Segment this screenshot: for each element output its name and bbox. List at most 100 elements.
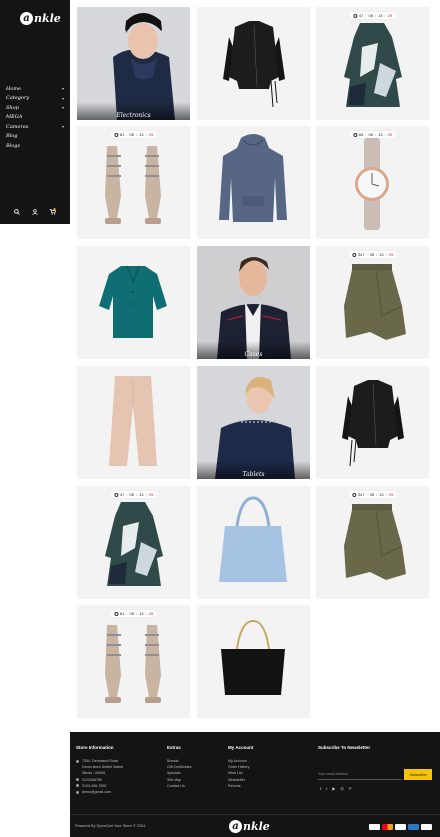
product-tile[interactable]: 47:05:13:29 [316, 7, 429, 120]
chevron-down-icon: ▾ [61, 95, 64, 101]
timer-separator: : [135, 611, 138, 616]
site-footer: Store Information 7354, Demoland Road De… [70, 732, 440, 837]
menu-item-home[interactable]: Home ▾ [6, 84, 64, 94]
menu-item-cameras[interactable]: Cameras ▾ [6, 122, 64, 132]
timer-hours: 05 [129, 492, 134, 497]
visa-icon [369, 824, 380, 830]
countdown-timer: 47:05:13:29 [348, 12, 397, 19]
category-tile[interactable]: Cases [197, 246, 310, 359]
timer-minutes: 13 [378, 13, 383, 18]
menu-item-blogs[interactable]: Blogs [6, 141, 64, 151]
category-tile[interactable]: Tablets [197, 366, 310, 479]
timer-separator: : [376, 252, 378, 257]
timer-separator: : [374, 132, 377, 137]
page: a nkle Home ▾ Category ▾ Shop ▾ MEGA Camera… [0, 0, 440, 837]
timer-separator: : [145, 492, 147, 497]
subscribe-button[interactable]: Subscribe [404, 769, 432, 780]
timer-hours: 05 [129, 132, 134, 137]
timer-separator: : [384, 132, 386, 137]
timer-minutes: 13 [378, 132, 383, 137]
product-tile[interactable]: 65:05:13:29 [316, 126, 429, 239]
user-icon[interactable] [31, 202, 38, 220]
footer-extras: Extras Brands Gift Certificates Specials… [167, 745, 192, 789]
timer-seconds: 29 [148, 611, 154, 616]
product-tile[interactable] [197, 605, 310, 718]
menu-label: Category [6, 95, 30, 102]
search-icon[interactable] [14, 202, 20, 220]
timer-separator: : [376, 492, 378, 497]
timer-days: 347 [357, 252, 365, 257]
product-tile[interactable]: 81:05:13:29 [77, 126, 190, 239]
category-tile[interactable]: Electronics [77, 7, 190, 120]
menu-item-mega[interactable]: MEGA [6, 113, 64, 123]
strappy-sandals-image [105, 625, 161, 703]
timer-minutes: 13 [139, 611, 144, 616]
countdown-timer: 347:05:13:29 [347, 251, 398, 258]
timer-minutes: 13 [379, 252, 384, 257]
pinterest-icon[interactable]: P [349, 786, 352, 791]
black-biker-jacket-image [223, 21, 285, 108]
timer-hours: 05 [369, 492, 375, 497]
timer-separator: : [374, 13, 377, 18]
sidebar: a nkle Home ▾ Category ▾ Shop ▾ MEGA Camera… [0, 0, 70, 224]
product-tile[interactable] [197, 7, 310, 120]
timer-days: 65 [358, 132, 364, 137]
footer-link[interactable]: Returns [228, 783, 253, 789]
chevron-down-icon: ▾ [61, 105, 64, 111]
product-tile[interactable]: 47:05:13:29 [77, 486, 190, 599]
clock-icon [351, 252, 356, 257]
chevron-down-icon: ▾ [61, 86, 64, 92]
timer-separator: : [384, 13, 386, 18]
footer-heading: Store Information [76, 745, 114, 750]
product-tile[interactable]: 347:05:13:29 [316, 246, 429, 359]
store-email[interactable]: demo@gmail.com [76, 789, 123, 795]
payment-icons [369, 824, 432, 830]
facebook-icon[interactable]: f [320, 786, 321, 791]
newsletter-email-input[interactable]: Your email address [318, 769, 402, 780]
timer-separator: : [126, 611, 128, 616]
footer-link[interactable]: Contact Us [167, 783, 192, 789]
product-tile[interactable] [316, 366, 429, 479]
menu-label: Cameras [6, 123, 29, 130]
menu-item-blog[interactable]: Blog [6, 132, 64, 142]
brand-logo[interactable]: a nkle [20, 11, 61, 25]
product-tile[interactable] [77, 366, 190, 479]
category-label: Electronics [77, 102, 190, 120]
instagram-icon[interactable]: ◎ [340, 786, 344, 791]
strappy-sandals-image [105, 146, 161, 224]
timer-days: 47 [119, 492, 125, 497]
olive-asymmetric-skirt-image [344, 504, 406, 580]
countdown-timer: 81:05:13:29 [109, 131, 158, 138]
footer-logo[interactable]: a nkle [229, 820, 270, 833]
product-tile[interactable] [77, 246, 190, 359]
menu-item-shop[interactable]: Shop ▾ [6, 103, 64, 113]
timer-days: 81 [119, 611, 125, 616]
product-tile[interactable]: 347:05:13:29 [316, 486, 429, 599]
timer-days: 81 [119, 132, 125, 137]
logo-text: nkle [34, 11, 61, 25]
youtube-icon[interactable]: ▶ [332, 786, 335, 791]
sidebar-icons [14, 202, 56, 220]
menu-label: Shop [6, 104, 19, 111]
timer-hours: 05 [368, 13, 373, 18]
timer-seconds: 29 [388, 252, 394, 257]
menu-item-category[interactable]: Category ▾ [6, 94, 64, 104]
timer-separator: : [145, 132, 147, 137]
timer-seconds: 29 [387, 132, 393, 137]
footer-store-info: Store Information 7354, Demoland Road De… [76, 745, 123, 795]
product-tile[interactable] [197, 126, 310, 239]
fax-icon [76, 784, 79, 788]
product-tile[interactable]: 81:05:13:29 [77, 605, 190, 718]
timer-minutes: 13 [139, 492, 144, 497]
product-tile[interactable] [197, 486, 310, 599]
twitter-icon[interactable]: t [326, 786, 327, 791]
countdown-timer: 347:05:13:29 [347, 491, 398, 498]
timer-hours: 05 [368, 132, 373, 137]
timer-seconds: 29 [148, 492, 154, 497]
countdown-timer: 65:05:13:29 [348, 131, 397, 138]
clock-icon [352, 13, 357, 18]
timer-hours: 05 [129, 611, 134, 616]
timer-seconds: 29 [388, 492, 394, 497]
cart-icon[interactable] [49, 202, 56, 220]
menu-label: Blogs [6, 142, 21, 149]
